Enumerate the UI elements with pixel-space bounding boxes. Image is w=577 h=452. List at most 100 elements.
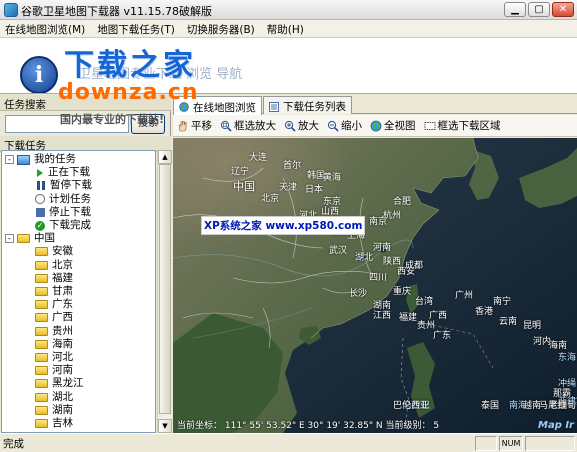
tree-expander[interactable]: -: [5, 155, 14, 164]
folder-icon: [35, 419, 48, 428]
status-bar: 完成 NUM: [0, 433, 577, 452]
tree-item[interactable]: 甘肃: [35, 285, 73, 298]
minimize-button[interactable]: ▁: [504, 2, 526, 17]
tree-item[interactable]: 中国: [17, 232, 55, 245]
folder-icon: [35, 326, 48, 336]
tree-item[interactable]: 吉林: [35, 417, 73, 430]
arrow-down-icon: ▼: [162, 422, 168, 430]
tree-item[interactable]: 北京: [35, 259, 73, 272]
tree-item[interactable]: 黑龙江: [35, 377, 84, 390]
map-label: 广州: [455, 291, 474, 301]
map-label: 东海: [558, 353, 577, 363]
tree-expander[interactable]: -: [5, 234, 14, 244]
tree-item-label: 暂停下载: [50, 179, 92, 192]
watermark-slogan: 国内最专业的下载站!: [60, 113, 165, 126]
folder-icon: [35, 405, 48, 415]
menu-switch-server[interactable]: 切换服务器(B): [182, 20, 262, 37]
pan-label: 平移: [191, 120, 212, 132]
tree-item[interactable]: 计划任务: [35, 193, 91, 206]
tree-item[interactable]: 河南: [35, 364, 73, 377]
maximize-button[interactable]: ▢: [528, 2, 550, 17]
tree-item[interactable]: 安徽: [35, 245, 73, 258]
map-label: 成都: [405, 261, 424, 271]
tree-item[interactable]: ✓ 下载完成: [35, 219, 91, 232]
map-label: 北京: [261, 194, 280, 204]
map-label: 天津: [279, 183, 298, 193]
map-label: 江西: [373, 311, 392, 321]
map-label: 辽宁: [231, 167, 250, 177]
folder-icon: [35, 339, 48, 349]
tree-scrollbar[interactable]: ▲ ▼: [157, 150, 172, 433]
window-controls: ▁ ▢ ✕: [504, 2, 574, 17]
map-label: 四川: [369, 273, 388, 283]
map-label: 中国: [233, 180, 255, 193]
menu-bar: 在线地图浏览(M) 地图下载任务(T) 切换服务器(B) 帮助(H): [0, 20, 577, 38]
app-icon: [4, 3, 18, 17]
map-label: 广东: [433, 331, 452, 341]
tree-item-label: 湖北: [52, 390, 73, 403]
box-zoom-button[interactable]: 框选放大: [220, 118, 276, 133]
menu-online-map[interactable]: 在线地图浏览(M): [0, 20, 92, 37]
search-header-label: 任务搜索: [4, 99, 46, 111]
status-panel-1: [475, 435, 497, 451]
watermark-xp: XP系统之家 www.xp580.com: [201, 216, 366, 235]
stop-icon: [36, 207, 45, 217]
zoom-in-button[interactable]: 放大: [284, 118, 319, 133]
pause-icon: [37, 181, 45, 191]
folder-icon: [35, 366, 48, 376]
scroll-down-button[interactable]: ▼: [158, 419, 172, 433]
map-label: 福建: [399, 313, 418, 323]
status-panel-num: NUM: [499, 435, 523, 451]
tree-item-label: 我的任务: [34, 153, 76, 165]
tree-item[interactable]: 暂停下载: [35, 179, 92, 192]
tree-item[interactable]: 我的任务: [17, 153, 76, 166]
folder-icon: [17, 234, 30, 244]
scroll-up-button[interactable]: ▲: [158, 150, 172, 164]
tree-item[interactable]: 河北: [35, 351, 73, 364]
tree-item[interactable]: 贵州: [35, 325, 73, 338]
zoom-out-button[interactable]: 缩小: [327, 118, 362, 133]
tree-item-label: 贵州: [52, 324, 73, 337]
tree-item-label: 下载完成: [49, 219, 91, 231]
menu-help[interactable]: 帮助(H): [262, 20, 311, 37]
full-view-label: 全视图: [384, 120, 416, 132]
map-label: 南海: [509, 401, 528, 411]
title-bar: 谷歌卫星地图下载器 v11.15.78破解版 ▁ ▢ ✕: [0, 0, 577, 20]
close-button[interactable]: ✕: [552, 2, 574, 17]
tree-item-label: 吉林: [52, 417, 73, 429]
pan-button[interactable]: 平移: [177, 118, 212, 133]
info-icon: i: [20, 56, 58, 93]
map-label: 台湾: [415, 297, 434, 307]
pan-hand-icon: [178, 120, 187, 131]
tree-item[interactable]: 正在下载: [35, 166, 90, 179]
tree-item[interactable]: 湖北: [35, 391, 73, 404]
tree-item-label: 广西: [52, 311, 73, 324]
select-region-icon: [424, 121, 435, 130]
zoom-out-icon: [327, 120, 339, 132]
satellite-map[interactable]: 中国北京天津辽宁大连韩国首尔黄海日本东京山西河北济南山东南京上海杭州合肥武汉湖北…: [173, 138, 577, 433]
select-region-button[interactable]: 框选下载区域: [424, 118, 501, 133]
right-pane: 在线地图浏览 下载任务列表 平移 框选放大 放大 缩小 全视图 框选下载区域 中…: [173, 95, 577, 433]
clock-icon: [35, 194, 45, 205]
scroll-thumb[interactable]: [159, 164, 171, 414]
tree-item[interactable]: 停止下载: [35, 206, 91, 219]
tree-item[interactable]: 福建: [35, 272, 73, 285]
tree-item-label: 海南: [52, 337, 73, 350]
watermark-site-cn: 下载之家: [64, 48, 196, 83]
tree-item[interactable]: 广东: [35, 298, 73, 311]
tab-download-list[interactable]: 下载任务列表: [263, 96, 352, 114]
tree-item[interactable]: 广西: [35, 311, 73, 324]
task-tree: - 我的任务 正在下载 暂停下载 计划任务 停止下载 ✓ 下载完成 - 中国 安徽 北京 福建 甘肃 广东广…: [1, 150, 156, 433]
tree-item[interactable]: 湖南: [35, 404, 73, 417]
menu-download-task[interactable]: 地图下载任务(T): [92, 20, 182, 37]
map-label: 湖北: [355, 253, 374, 263]
map-label: 昆明: [523, 321, 542, 331]
zoom-out-label: 缩小: [341, 120, 362, 132]
full-view-button[interactable]: 全视图: [370, 118, 416, 133]
map-label: 杭州: [383, 211, 402, 221]
computer-icon: [17, 154, 30, 165]
tree-item[interactable]: 海南: [35, 338, 73, 351]
list-icon: [269, 101, 279, 112]
globe-icon: [370, 120, 382, 131]
map-label: 大连: [249, 153, 268, 163]
